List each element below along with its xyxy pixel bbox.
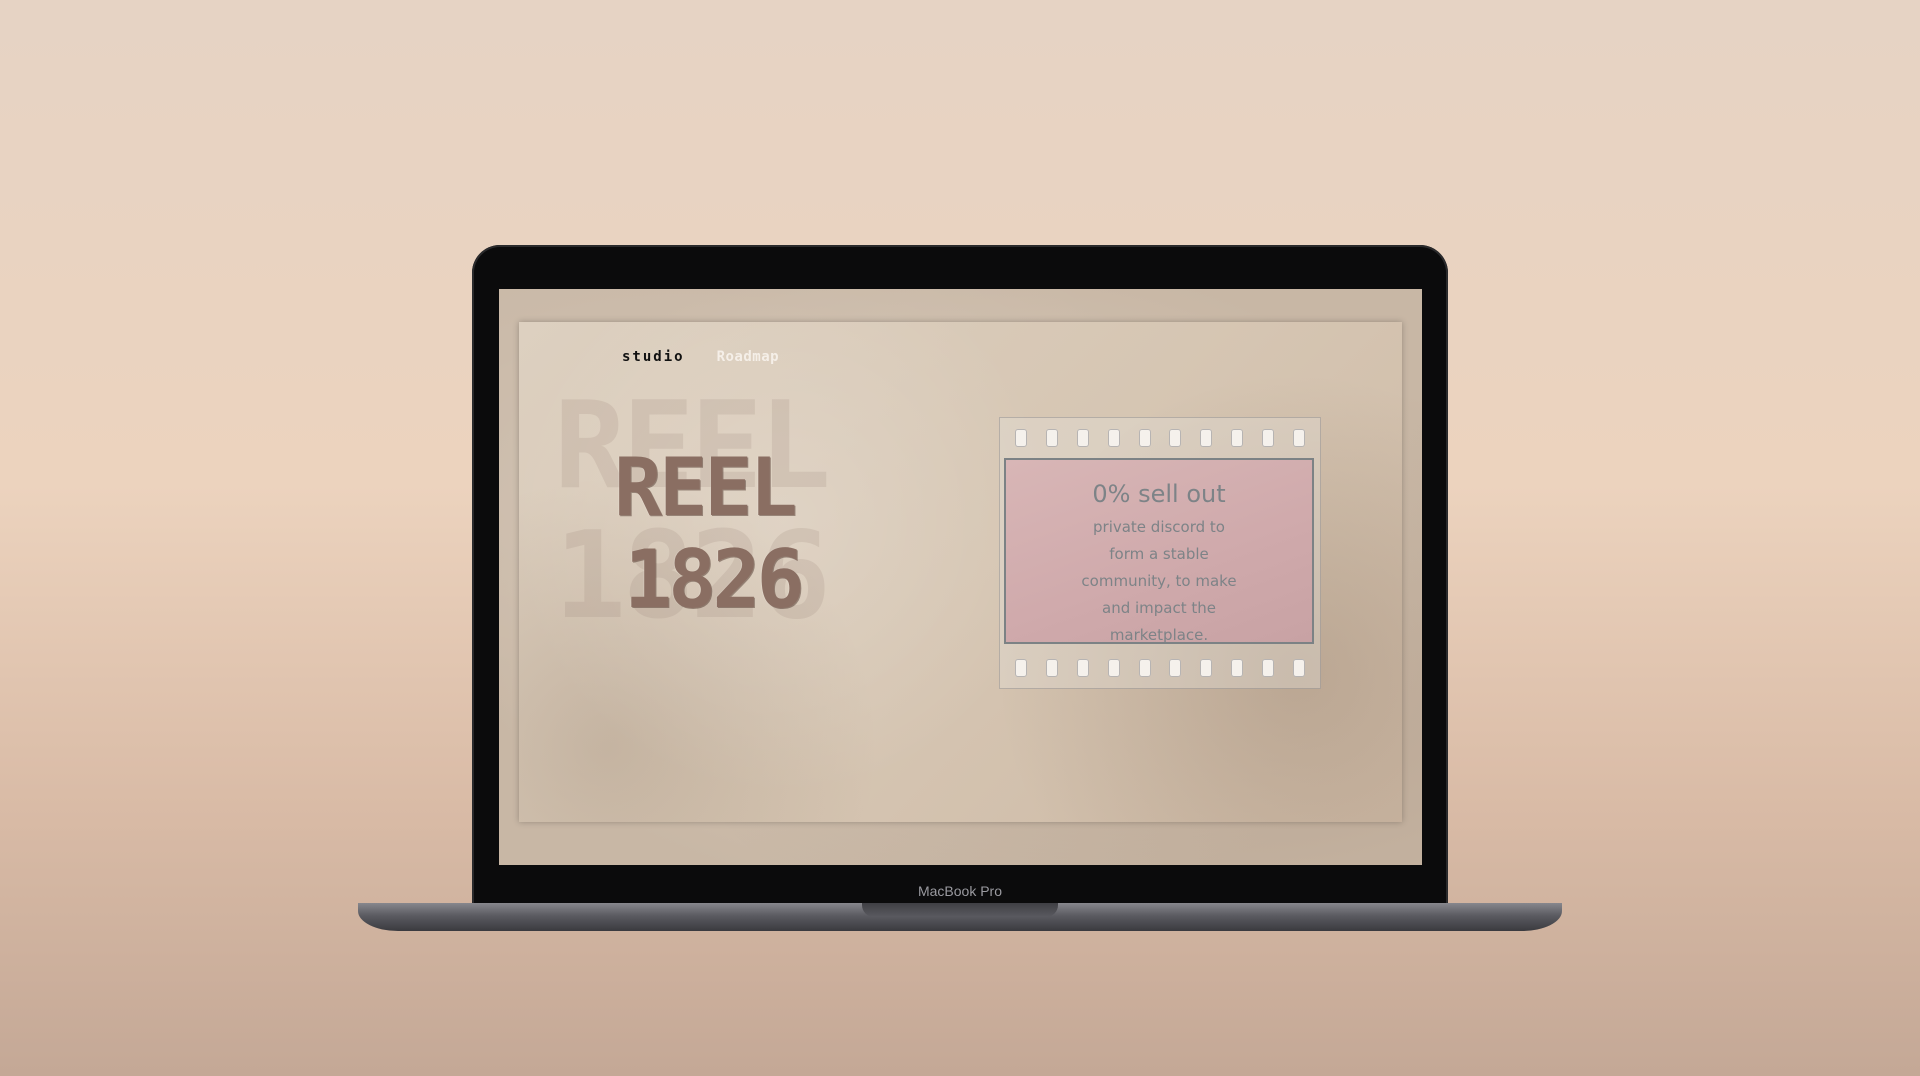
film-hole (1230, 429, 1243, 447)
film-perforations-top (1000, 424, 1320, 452)
film-hole (1046, 429, 1059, 447)
laptop-model-label: MacBook Pro (917, 883, 1003, 899)
film-hole (1200, 659, 1213, 677)
film-hole (1169, 429, 1182, 447)
card-title: 0% sell out (1092, 480, 1226, 508)
film-hole (1138, 659, 1151, 677)
film-hole (1107, 429, 1120, 447)
film-hole (1046, 659, 1059, 677)
laptop-base-notch (862, 903, 1058, 917)
laptop-mockup: REEL 1826 studio Roadmap REEL 1826 0% se… (0, 0, 1920, 1076)
nav-studio-link[interactable]: studio (622, 349, 685, 365)
film-hole (1261, 659, 1274, 677)
film-hole (1015, 429, 1028, 447)
hero-title-line2: 1826 (624, 533, 805, 626)
film-hole (1292, 429, 1305, 447)
film-hole (1292, 659, 1305, 677)
top-nav: studio Roadmap (622, 349, 779, 365)
nav-roadmap-link[interactable]: Roadmap (717, 349, 780, 365)
card-text: private discord to form a stable communi… (1081, 518, 1237, 644)
film-perforations-bottom (1000, 654, 1320, 682)
film-hole (1138, 429, 1151, 447)
film-frame-card: 0% sell out private discord to form a st… (999, 417, 1321, 689)
film-hole (1261, 429, 1274, 447)
laptop-screen: REEL 1826 studio Roadmap REEL 1826 0% se… (499, 289, 1422, 865)
film-frame-content: 0% sell out private discord to form a st… (1004, 458, 1314, 644)
hero-title-line1: REEL (614, 441, 798, 534)
film-hole (1169, 659, 1182, 677)
film-hole (1230, 659, 1243, 677)
film-hole (1200, 429, 1213, 447)
webpage: REEL 1826 studio Roadmap REEL 1826 0% se… (519, 322, 1402, 822)
film-hole (1107, 659, 1120, 677)
hero-brand: REEL 1826 (614, 441, 805, 626)
film-hole (1076, 659, 1089, 677)
film-hole (1015, 659, 1028, 677)
film-hole (1076, 429, 1089, 447)
